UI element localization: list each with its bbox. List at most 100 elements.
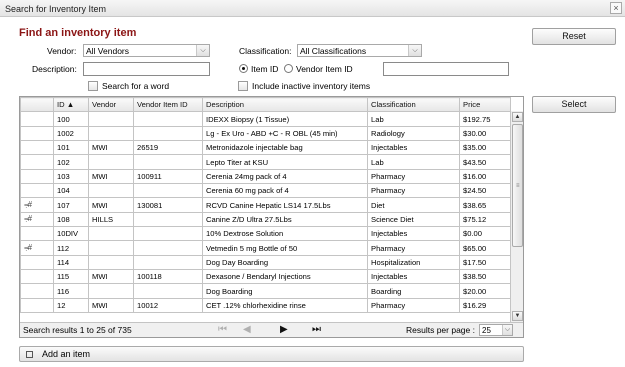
table-row[interactable]: 102 Lepto Titer at KSU Lab $43.50: [20, 154, 511, 170]
chevron-down-icon: ⌵: [502, 325, 512, 335]
radio-vendor-item-id[interactable]: [284, 64, 293, 73]
table-row[interactable]: ⩦# 112 Vetmedin 5 mg Bottle of 50 Pharmacy $…: [20, 240, 511, 256]
last-page-icon[interactable]: ⏭: [312, 324, 321, 336]
row-barcode-icon: [20, 125, 54, 142]
cell-classification: Boarding: [367, 283, 460, 299]
item-id-input[interactable]: [383, 62, 509, 76]
scroll-up-icon[interactable]: ▲: [512, 112, 523, 122]
cell-price: $24.50: [459, 183, 511, 199]
vendor-select[interactable]: All Vendors ⌵: [83, 44, 210, 57]
cell-vendor: HILLS: [88, 211, 134, 228]
cell-price: $38.50: [459, 269, 511, 285]
results-table: ID ▲ Vendor Vendor Item ID Description C…: [20, 96, 511, 314]
cell-classification: Hospitalization: [367, 254, 460, 271]
next-page-icon[interactable]: ▶: [280, 324, 288, 336]
cell-vendor-item-id: [133, 226, 203, 242]
cell-vendor-item-id: [133, 154, 203, 170]
search-word-checkbox[interactable]: [88, 81, 98, 91]
cell-description: Dog Day Boarding: [202, 254, 368, 271]
results-footer: Search results 1 to 25 of 735 ⏮ ◀ ▶ ⏭ Re…: [20, 322, 523, 337]
cell-id: 107: [53, 197, 89, 213]
cell-vendor: MWI: [88, 297, 134, 314]
row-barcode-icon: [20, 269, 54, 285]
cell-classification: Injectables: [367, 140, 460, 156]
results-scrollbar[interactable]: ▲ ≡ ▼: [510, 111, 523, 323]
classification-select[interactable]: All Classifications ⌵: [297, 44, 422, 57]
cell-price: $0.00: [459, 226, 511, 242]
cell-id: 12: [53, 297, 89, 314]
description-input[interactable]: [83, 62, 210, 76]
table-row[interactable]: 104 Cerenia 60 mg pack of 4 Pharmacy $24.50: [20, 183, 511, 199]
cell-id: 114: [53, 254, 89, 271]
row-barcode-icon: ⩦#: [20, 240, 54, 256]
column-header-classification[interactable]: Classification: [367, 96, 460, 113]
dialog-titlebar: Search for Inventory Item ×: [0, 0, 625, 17]
scroll-down-icon[interactable]: ▼: [512, 311, 523, 321]
row-barcode-icon: [20, 183, 54, 199]
cell-classification: Lab: [367, 111, 460, 127]
cell-id: 100: [53, 111, 89, 127]
table-row[interactable]: 100 IDEXX Biopsy (1 Tissue) Lab $192.75: [20, 111, 511, 127]
grip-icon: ≡: [516, 183, 520, 189]
per-page-select[interactable]: 25 ⌵: [479, 324, 513, 336]
table-row[interactable]: 1002 Lg - Ex Uro - ABD +C - R OBL (45 min…: [20, 125, 511, 142]
table-row[interactable]: 115 MWI 100118 Dexasone / Bendaryl Injectio…: [20, 269, 511, 285]
per-page-label: Results per page :: [406, 325, 475, 335]
row-barcode-icon: [20, 140, 54, 156]
column-header-vendor[interactable]: Vendor: [88, 96, 134, 113]
cell-id: 112: [53, 240, 89, 256]
table-row[interactable]: 114 Dog Day Boarding Hospitalization $17.50: [20, 254, 511, 271]
column-header-price[interactable]: Price: [459, 96, 511, 113]
table-row[interactable]: ⩦# 108 HILLS Canine Z/D Ultra 27.5Lbs Scienc…: [20, 211, 511, 228]
close-icon[interactable]: ×: [610, 2, 622, 14]
cell-vendor: MWI: [88, 140, 134, 156]
row-barcode-icon: [20, 154, 54, 170]
cell-vendor: [88, 254, 134, 271]
cell-vendor-item-id: 130081: [133, 197, 203, 213]
row-barcode-icon: [20, 297, 54, 314]
table-row[interactable]: 12 MWI 10012 CET .12% chlorhexidine rinse Ph…: [20, 297, 511, 314]
prev-page-icon[interactable]: ◀: [243, 324, 251, 336]
cell-classification: Pharmacy: [367, 297, 460, 314]
cell-classification: Radiology: [367, 125, 460, 142]
cell-classification: Injectables: [367, 269, 460, 285]
row-barcode-icon: [20, 111, 54, 127]
select-button[interactable]: Select: [532, 96, 616, 113]
cell-price: $16.29: [459, 297, 511, 314]
include-inactive-label: Include inactive inventory items: [252, 81, 371, 91]
cell-price: $17.50: [459, 254, 511, 271]
cell-vendor-item-id: 26519: [133, 140, 203, 156]
first-page-icon[interactable]: ⏮: [218, 324, 227, 336]
column-header-vendor-item-id[interactable]: Vendor Item ID: [133, 96, 203, 113]
cell-id: 116: [53, 283, 89, 299]
cell-id: 103: [53, 168, 89, 185]
cell-description: IDEXX Biopsy (1 Tissue): [202, 111, 368, 127]
include-inactive-checkbox[interactable]: [238, 81, 248, 91]
cell-price: $20.00: [459, 283, 511, 299]
cell-vendor: [88, 154, 134, 170]
add-item-button[interactable]: Add an item: [19, 346, 524, 362]
row-barcode-icon: [20, 254, 54, 271]
column-header-id[interactable]: ID ▲: [53, 96, 89, 113]
description-label: Description:: [32, 64, 77, 74]
dialog-title: Search for Inventory Item: [5, 4, 107, 14]
classification-label: Classification:: [239, 46, 292, 56]
table-row[interactable]: 101 MWI 26519 Metronidazole injectable bag I…: [20, 140, 511, 156]
scroll-thumb[interactable]: ≡: [512, 124, 523, 247]
radio-item-id[interactable]: [239, 64, 248, 73]
radio-vendor-item-id-label: Vendor Item ID: [296, 64, 353, 74]
reset-button[interactable]: Reset: [532, 28, 616, 45]
table-row[interactable]: 103 MWI 100911 Cerenia 24mg pack of 4 Pharma…: [20, 168, 511, 185]
vendor-label: Vendor:: [47, 46, 77, 56]
column-header-description[interactable]: Description: [202, 96, 368, 113]
cell-classification: Diet: [367, 197, 460, 213]
cell-description: Vetmedin 5 mg Bottle of 50: [202, 240, 368, 256]
cell-vendor: [88, 111, 134, 127]
table-row[interactable]: ⩦# 107 MWI 130081 RCVD Canine Hepatic LS14 1…: [20, 197, 511, 213]
cell-classification: Science Diet: [367, 211, 460, 228]
table-row[interactable]: 10DIV 10% Dextrose Solution Injectables $0.…: [20, 226, 511, 242]
table-row[interactable]: 116 Dog Boarding Boarding $20.00: [20, 283, 511, 299]
cell-description: 10% Dextrose Solution: [202, 226, 368, 242]
results-count: Search results 1 to 25 of 735: [23, 325, 132, 335]
cell-vendor-item-id: [133, 183, 203, 199]
